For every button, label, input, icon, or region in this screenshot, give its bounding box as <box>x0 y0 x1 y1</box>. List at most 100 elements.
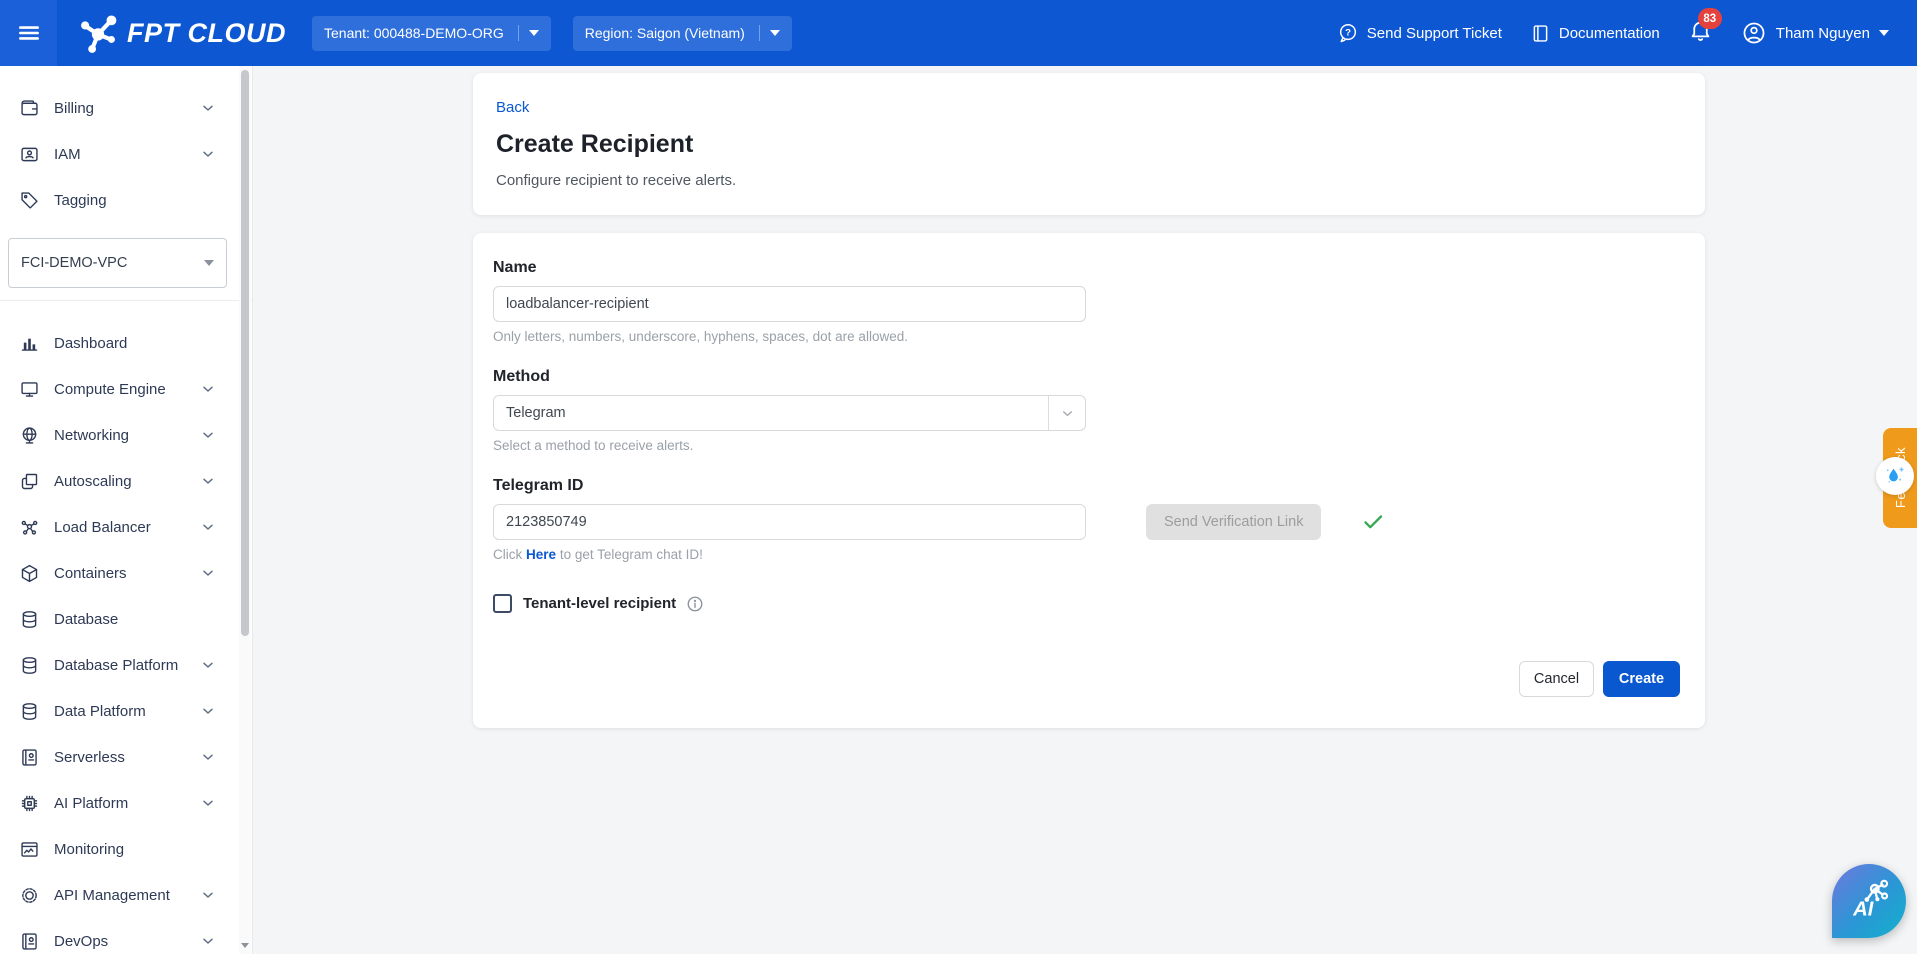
chevron-down-icon <box>1060 406 1075 421</box>
user-menu[interactable]: Tham Nguyen <box>1741 20 1889 46</box>
create-button[interactable]: Create <box>1603 661 1680 697</box>
method-label: Method <box>493 368 1681 386</box>
sidebar-item-billing[interactable]: Billing <box>0 85 252 131</box>
support-label: Send Support Ticket <box>1367 25 1502 42</box>
method-select-value: Telegram <box>494 396 1048 430</box>
sidebar-item-iam[interactable]: IAM <box>0 131 252 177</box>
tenant-level-label: Tenant-level recipient <box>523 595 676 612</box>
sidebar-item-data-platform[interactable]: Data Platform <box>0 688 252 734</box>
support-chat-icon: ? <box>1337 22 1359 44</box>
name-help-text: Only letters, numbers, underscore, hyphe… <box>493 329 1681 344</box>
feedback-bubble[interactable] <box>1876 457 1914 495</box>
tenant-level-row: Tenant-level recipient <box>493 594 1681 613</box>
pill-divider <box>759 25 760 41</box>
info-icon[interactable] <box>686 595 704 613</box>
page-title: Create Recipient <box>496 130 1681 159</box>
book-icon <box>1530 23 1551 44</box>
monitor-graph-icon <box>18 838 40 860</box>
chevron-down-icon <box>200 887 216 903</box>
page-subtitle: Configure recipient to receive alerts. <box>496 172 1681 189</box>
pill-divider <box>518 25 519 41</box>
telegram-help-text: Click Here to get Telegram chat ID! <box>493 547 1681 562</box>
page-header-card: Back Create Recipient Configure recipien… <box>473 73 1705 215</box>
chevron-down-icon <box>1879 30 1889 36</box>
hub-icon <box>18 516 40 538</box>
method-help-text: Select a method to receive alerts. <box>493 438 1681 453</box>
recipient-form-card: Name Only letters, numbers, underscore, … <box>473 233 1705 728</box>
form-footer: Cancel Create <box>1519 661 1680 697</box>
wallet-icon <box>18 97 40 119</box>
send-verification-button[interactable]: Send Verification Link <box>1146 504 1321 540</box>
name-input[interactable] <box>493 286 1086 322</box>
chevron-down-icon <box>200 565 216 581</box>
chevron-down-icon <box>200 657 216 673</box>
cube-icon <box>18 562 40 584</box>
svg-text:?: ? <box>1345 27 1351 38</box>
user-avatar-icon <box>1741 20 1767 46</box>
chevron-down-icon <box>200 100 216 116</box>
vpc-selector[interactable]: FCI-DEMO-VPC <box>8 238 227 288</box>
chevron-down-icon <box>200 703 216 719</box>
chevron-down-icon <box>200 519 216 535</box>
telegram-id-input[interactable] <box>493 504 1086 540</box>
tag-icon <box>18 189 40 211</box>
hamburger-icon <box>16 20 42 46</box>
method-select[interactable]: Telegram <box>493 395 1086 431</box>
telegram-id-label: Telegram ID <box>493 477 1681 495</box>
user-name: Tham Nguyen <box>1776 25 1870 42</box>
select-arrow-cell <box>1048 396 1085 430</box>
send-support-ticket-link[interactable]: ? Send Support Ticket <box>1337 22 1502 44</box>
sidebar-item-api-management[interactable]: API Management <box>0 872 252 918</box>
vpc-selector-value: FCI-DEMO-VPC <box>21 255 127 271</box>
ai-assistant-button[interactable]: AI <box>1832 864 1906 938</box>
tenant-label: Tenant: 000488-DEMO-ORG <box>324 25 504 41</box>
sidebar-item-serverless[interactable]: Serverless <box>0 734 252 780</box>
region-dropdown[interactable]: Region: Saigon (Vietnam) <box>573 16 792 51</box>
chevron-down-icon <box>529 30 539 36</box>
tenant-dropdown[interactable]: Tenant: 000488-DEMO-ORG <box>312 16 551 51</box>
svg-text:AI: AI <box>1852 898 1874 920</box>
sidebar-item-monitoring[interactable]: Monitoring <box>0 826 252 872</box>
scrollbar-thumb[interactable] <box>241 70 249 636</box>
sidebar-item-ai-platform[interactable]: AI Platform <box>0 780 252 826</box>
journal-icon <box>18 930 40 952</box>
database-icon <box>18 654 40 676</box>
sidebar-item-compute-engine[interactable]: Compute Engine <box>0 366 252 412</box>
water-drop-icon <box>1882 463 1908 489</box>
sidebar-scrollbar[interactable] <box>239 66 251 954</box>
sidebar-item-containers[interactable]: Containers <box>0 550 252 596</box>
chevron-down-icon <box>200 146 216 162</box>
documentation-link[interactable]: Documentation <box>1530 23 1660 44</box>
sidebar-item-devops[interactable]: DevOps <box>0 918 252 954</box>
notification-count-badge: 83 <box>1698 8 1722 29</box>
sidebar-main-group: Dashboard Compute Engine Networking Auto… <box>0 301 252 954</box>
sidebar-item-tagging[interactable]: Tagging <box>0 177 252 223</box>
navbar-right: ? Send Support Ticket Documentation 83 T… <box>1337 18 1917 48</box>
sidebar-item-database[interactable]: Database <box>0 596 252 642</box>
molecule-logo-icon <box>77 12 119 54</box>
sidebar-item-networking[interactable]: Networking <box>0 412 252 458</box>
cancel-button[interactable]: Cancel <box>1519 661 1594 697</box>
chevron-down-icon <box>200 795 216 811</box>
hamburger-menu-button[interactable] <box>0 0 57 66</box>
sidebar-item-load-balancer[interactable]: Load Balancer <box>0 504 252 550</box>
monitor-icon <box>18 378 40 400</box>
notifications-button[interactable]: 83 <box>1688 18 1713 48</box>
sidebar-item-database-platform[interactable]: Database Platform <box>0 642 252 688</box>
tenant-level-checkbox[interactable] <box>493 594 512 613</box>
sidebar: Billing IAM Tagging FCI-DEMO-VPC Dashboa… <box>0 66 253 954</box>
bar-chart-icon <box>18 332 40 354</box>
chevron-down-icon <box>200 473 216 489</box>
verified-check-icon <box>1361 510 1385 534</box>
feedback-tab[interactable]: Feedback <box>1883 428 1917 528</box>
sidebar-top-group: Billing IAM Tagging <box>0 66 252 223</box>
id-card-icon <box>18 143 40 165</box>
top-navbar: FPT CLOUD Tenant: 000488-DEMO-ORG Region… <box>0 0 1917 66</box>
sidebar-item-dashboard[interactable]: Dashboard <box>0 320 252 366</box>
telegram-here-link[interactable]: Here <box>526 547 556 562</box>
scrollbar-down-arrow[interactable] <box>240 940 250 950</box>
back-link[interactable]: Back <box>496 99 529 116</box>
chevron-down-icon <box>200 381 216 397</box>
sidebar-item-autoscaling[interactable]: Autoscaling <box>0 458 252 504</box>
chip-icon <box>18 792 40 814</box>
